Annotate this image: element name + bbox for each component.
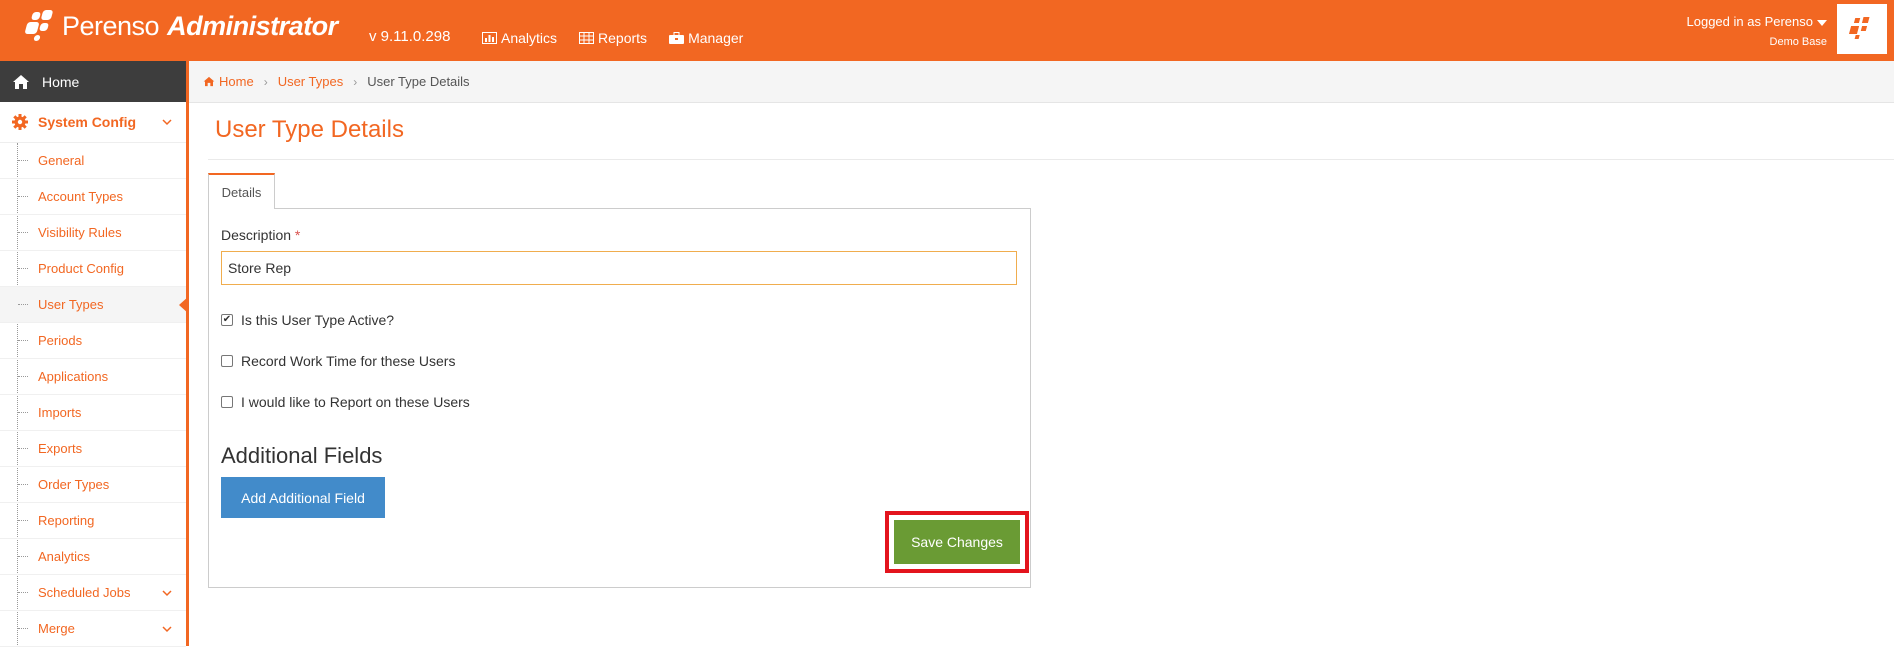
chart-icon [482, 32, 497, 44]
breadcrumb-home-label: Home [219, 74, 254, 89]
breadcrumb-separator-icon: › [263, 74, 268, 89]
record-work-time-checkbox[interactable] [221, 355, 233, 367]
sidebar-item-visibility-rules[interactable]: Visibility Rules [0, 215, 186, 251]
sidebar-item-user-types[interactable]: User Types [0, 287, 189, 323]
report-users-checkbox-label: I would like to Report on these Users [241, 394, 470, 410]
sidebar-item-exports[interactable]: Exports [0, 431, 186, 467]
active-checkbox[interactable]: ✔ [221, 314, 233, 326]
title-divider [208, 159, 1894, 160]
top-bar: Perenso Administrator v 9.11.0.298 Analyt… [0, 0, 1894, 61]
sidebar-item-product-config[interactable]: Product Config [0, 251, 186, 287]
description-input[interactable] [221, 251, 1017, 285]
required-marker: * [294, 227, 301, 243]
sidebar-item-analytics[interactable]: Analytics [0, 539, 186, 575]
gear-icon [12, 114, 28, 130]
description-label: Description * [221, 227, 300, 243]
breadcrumb-home[interactable]: Home [203, 74, 254, 89]
breadcrumb-separator-icon: › [353, 74, 358, 89]
version-label: v 9.11.0.298 [369, 28, 451, 45]
record-work-time-checkbox-row[interactable]: Record Work Time for these Users [221, 353, 455, 369]
sidebar-item-label: General [38, 153, 85, 168]
nav-reports-label: Reports [598, 30, 648, 46]
sidebar-item-label: Scheduled Jobs [38, 585, 131, 600]
sidebar-item-label: Reporting [38, 513, 95, 528]
description-label-text: Description [221, 227, 292, 243]
user-label: Logged in as Perenso [1686, 14, 1813, 29]
sidebar-item-periods[interactable]: Periods [0, 323, 186, 359]
sidebar-item-reporting[interactable]: Reporting [0, 503, 186, 539]
company-logo[interactable] [1837, 4, 1887, 54]
sidebar-home-label: Home [42, 73, 80, 90]
sidebar-item-label: User Types [38, 297, 104, 312]
details-panel: Description * ✔ Is this User Type Active… [208, 208, 1031, 588]
nav-manager[interactable]: Manager [669, 30, 743, 46]
add-additional-field-button[interactable]: Add Additional Field [221, 477, 385, 518]
tab-details[interactable]: Details [208, 173, 275, 209]
breadcrumb: Home › User Types › User Type Details [189, 61, 1894, 103]
sidebar-item-merge[interactable]: Merge [0, 611, 186, 647]
additional-fields-heading: Additional Fields [221, 443, 383, 468]
sidebar-item-label: Visibility Rules [38, 225, 122, 240]
sidebar-item-label: Exports [38, 441, 83, 456]
app-logo[interactable]: Perenso Administrator [24, 10, 338, 42]
sidebar-item-label: Product Config [38, 261, 124, 276]
caret-down-icon [1817, 19, 1827, 26]
sidebar-item-applications[interactable]: Applications [0, 359, 186, 395]
brand-name: Perenso Administrator [62, 10, 338, 41]
page-title: User Type Details [215, 116, 404, 143]
breadcrumb-current: User Type Details [367, 74, 470, 89]
sidebar-item-scheduled-jobs[interactable]: Scheduled Jobs [0, 575, 186, 611]
perenso-small-logo-icon [1848, 17, 1870, 39]
sidebar-item-home[interactable]: Home [0, 61, 186, 102]
report-users-checkbox-row[interactable]: I would like to Report on these Users [221, 394, 470, 410]
sidebar-item-label: Periods [38, 333, 83, 348]
sidebar-item-label: Account Types [38, 189, 124, 204]
sidebar-submenu: General Account Types Visibility Rules P… [0, 143, 189, 647]
save-highlight-box: Save Changes [885, 511, 1029, 573]
top-nav: Analytics Reports Manager [482, 30, 743, 46]
sidebar-item-label: Merge [38, 621, 75, 636]
database-label: Demo Base [1769, 36, 1827, 48]
report-users-checkbox[interactable] [221, 396, 233, 408]
home-icon [203, 76, 215, 87]
nav-analytics-label: Analytics [501, 30, 558, 46]
record-work-time-checkbox-label: Record Work Time for these Users [241, 353, 456, 369]
active-checkbox-row[interactable]: ✔ Is this User Type Active? [221, 312, 394, 328]
sidebar: Home System Config General Account Types… [0, 61, 189, 647]
chevron-down-icon [162, 119, 172, 126]
sidebar-item-system-config[interactable]: System Config [0, 102, 186, 143]
table-icon [579, 32, 595, 44]
sidebar-item-general[interactable]: General [0, 143, 186, 179]
nav-analytics[interactable]: Analytics [482, 30, 557, 46]
system-config-label: System Config [38, 114, 137, 130]
nav-reports[interactable]: Reports [579, 30, 647, 46]
sidebar-item-imports[interactable]: Imports [0, 395, 186, 431]
sidebar-item-label: Analytics [38, 549, 91, 564]
chevron-down-icon [162, 589, 172, 596]
breadcrumb-user-types[interactable]: User Types [278, 74, 344, 89]
sidebar-item-account-types[interactable]: Account Types [0, 179, 186, 215]
sidebar-item-label: Imports [38, 405, 82, 420]
home-icon [13, 74, 29, 89]
chevron-down-icon [162, 625, 172, 632]
active-checkbox-label: Is this User Type Active? [241, 312, 395, 328]
sidebar-item-label: Applications [38, 369, 109, 384]
briefcase-icon [669, 32, 685, 44]
perenso-logo-icon [24, 10, 56, 42]
user-menu[interactable]: Logged in as Perenso Demo Base [1687, 12, 1827, 52]
nav-manager-label: Manager [688, 30, 744, 46]
sidebar-item-label: Order Types [38, 477, 110, 492]
sidebar-item-order-types[interactable]: Order Types [0, 467, 186, 503]
save-changes-button[interactable]: Save Changes [894, 520, 1020, 564]
